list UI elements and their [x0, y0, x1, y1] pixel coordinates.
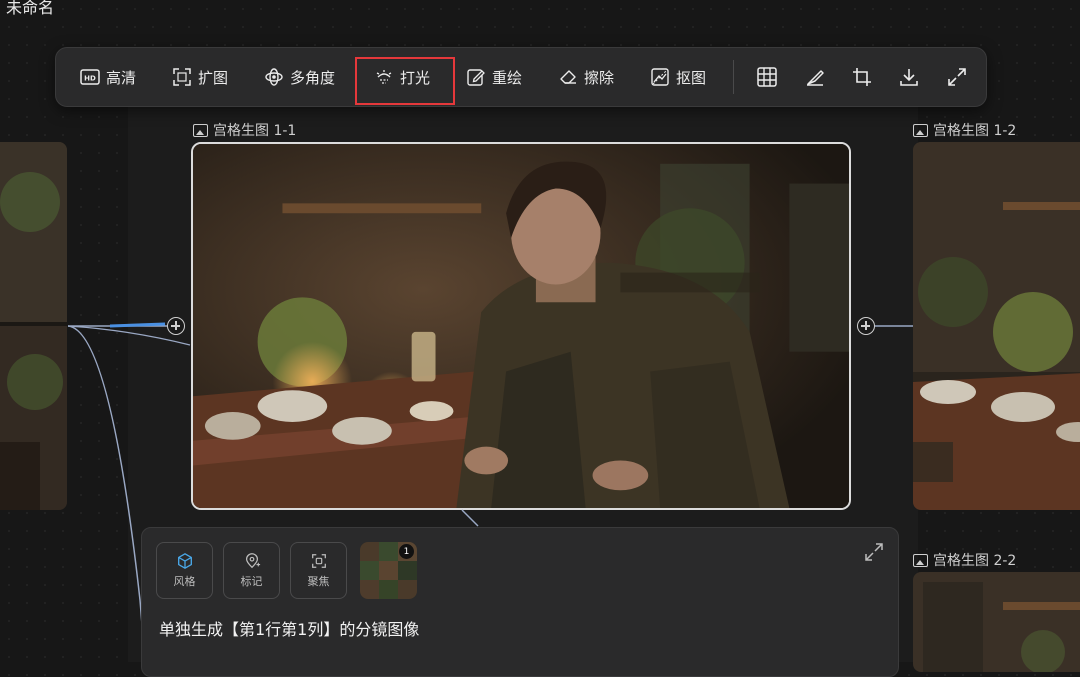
edit-icon — [467, 69, 485, 86]
multi-angle-icon — [265, 68, 283, 86]
cutout-icon — [651, 68, 669, 86]
multi-angle-button-label: 多角度 — [290, 68, 336, 87]
image-1-2[interactable] — [913, 142, 1080, 510]
image-label-1-2: 宫格生图 1-2 — [913, 120, 1016, 140]
crop-icon[interactable] — [851, 66, 873, 88]
expand-frame-icon — [173, 68, 191, 86]
redraw-button[interactable]: 重绘 — [466, 63, 522, 91]
prompt-panel: 风格 标记 聚焦 1 单独生成【第1行第1列】的分镜图像 — [141, 527, 899, 677]
style-chip-label: 风格 — [173, 575, 196, 588]
add-output-node-right[interactable] — [857, 317, 875, 335]
image-icon — [193, 123, 208, 137]
style-chip[interactable]: 风格 — [156, 542, 213, 599]
image-icon — [913, 123, 928, 137]
image-label-2-2: 宫格生图 2-2 — [913, 550, 1016, 570]
focus-icon — [311, 554, 326, 568]
grid-icon[interactable] — [756, 66, 778, 88]
redraw-button-label: 重绘 — [492, 68, 523, 87]
erase-button-label: 擦除 — [584, 68, 615, 87]
download-icon[interactable] — [898, 66, 920, 88]
add-input-node-left[interactable] — [167, 317, 185, 335]
cutout-button[interactable]: 抠图 — [650, 63, 706, 91]
pin-icon — [245, 553, 260, 569]
focus-chip-label: 聚焦 — [307, 575, 330, 588]
prompt-text[interactable]: 单独生成【第1行第1列】的分镜图像 — [159, 616, 419, 640]
toolbar-divider — [733, 60, 734, 94]
image-label-2-2-text: 宫格生图 2-2 — [933, 553, 1017, 569]
eraser-icon — [560, 70, 576, 84]
main-image-1-1[interactable] — [191, 142, 851, 510]
image-icon — [913, 553, 928, 567]
mark-chip-label: 标记 — [240, 575, 263, 588]
expand-image-button-label: 扩图 — [198, 68, 229, 87]
reference-image-thumbnail[interactable]: 1 — [360, 542, 417, 599]
main-image-content — [193, 144, 849, 508]
multi-angle-button[interactable]: 多角度 — [264, 63, 335, 91]
expand-panel-icon[interactable] — [864, 542, 884, 562]
fullscreen-icon[interactable] — [946, 66, 968, 88]
brush-icon[interactable] — [804, 66, 826, 88]
erase-button[interactable]: 擦除 — [558, 63, 614, 91]
image-label-1-1: 宫格生图 1-1 — [193, 120, 296, 140]
hd-icon: HD — [80, 69, 100, 85]
image-toolbar: HD 高清 扩图 多角度 打光 重绘 擦除 抠图 — [55, 47, 987, 107]
mark-chip[interactable]: 标记 — [223, 542, 280, 599]
focus-chip[interactable]: 聚焦 — [290, 542, 347, 599]
cube-icon — [177, 553, 192, 569]
svg-text:HD: HD — [84, 75, 96, 83]
lighting-highlight-box — [355, 57, 455, 105]
reference-count-badge: 1 — [399, 544, 414, 559]
document-title[interactable]: 未命名 — [6, 0, 54, 18]
image-label-1-1-text: 宫格生图 1-1 — [213, 123, 297, 139]
expand-image-button[interactable]: 扩图 — [172, 63, 228, 91]
image-2-2-content — [913, 572, 1080, 672]
hd-button[interactable]: HD 高清 — [80, 63, 136, 91]
image-1-2-content — [913, 142, 1080, 510]
image-label-1-2-text: 宫格生图 1-2 — [933, 123, 1017, 139]
hd-button-label: 高清 — [106, 68, 137, 87]
cutout-button-label: 抠图 — [676, 68, 707, 87]
left-image-content — [0, 142, 67, 510]
left-partial-image[interactable] — [0, 142, 67, 510]
image-2-2[interactable] — [913, 572, 1080, 672]
